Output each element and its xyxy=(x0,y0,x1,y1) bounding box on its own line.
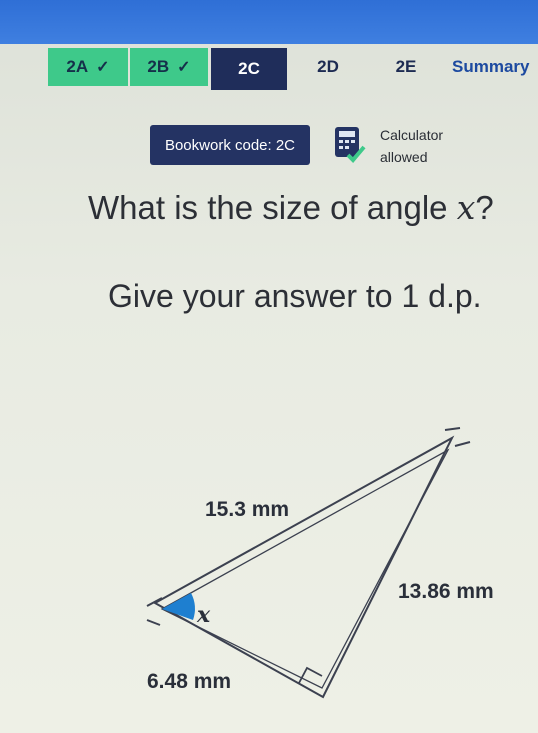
triangle-inner-outline xyxy=(160,448,450,689)
label-right-side: 13.86 mm xyxy=(398,580,494,603)
label-bottom-side: 6.48 mm xyxy=(147,670,231,693)
label-angle-x: x xyxy=(196,602,211,628)
corner-extension xyxy=(454,441,471,447)
right-angle-marker xyxy=(298,666,323,684)
label-hypotenuse: 15.3 mm xyxy=(205,498,289,521)
corner-extension xyxy=(146,619,161,626)
triangle-diagram: 15.3 mm 13.86 mm 6.48 mm x xyxy=(146,427,494,699)
corner-extension xyxy=(444,427,461,431)
triangle-outline xyxy=(152,435,455,699)
